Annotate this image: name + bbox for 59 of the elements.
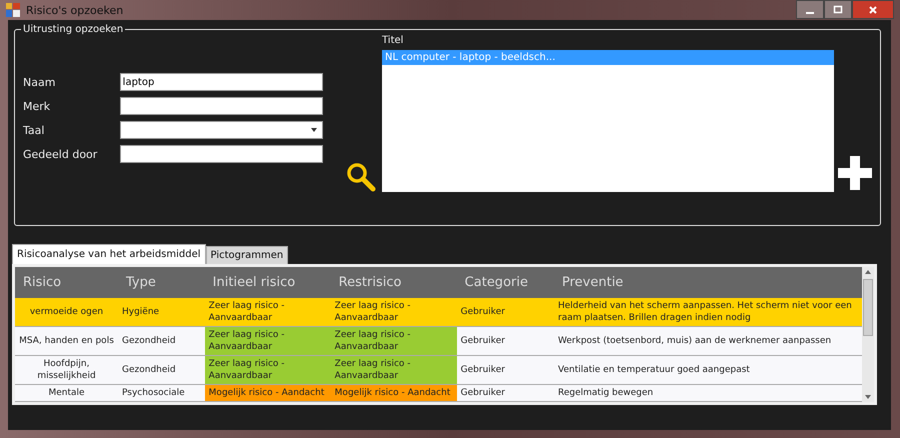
field-label: Merk (23, 100, 52, 112)
plus-icon[interactable] (838, 156, 872, 190)
table-cell: Regelmatig bewegen (554, 384, 862, 402)
table-cell: Gebruiker (456, 298, 554, 326)
text-field[interactable]: laptop (120, 73, 323, 91)
table-cell: Mentale (15, 384, 118, 402)
app-icon (6, 3, 20, 17)
table-cell: vermoeide ogen (15, 298, 118, 326)
close-icon (868, 4, 878, 14)
minimize-button[interactable] (796, 0, 824, 19)
table-row[interactable]: MSA, handen en pols Gezondheid Zeer laag risico - Aanvaardbaar Zeer laag risico - Aanvaardbaar Gebruiker Werkpost (toetsenbord, muis) aan de werknemer aanpassen (15, 326, 862, 356)
table-cell: Zeer laag risico - Aanvaardbaar (330, 298, 457, 326)
column-header: Risico (15, 267, 118, 298)
maximize-button[interactable] (824, 0, 852, 19)
table-cell: MSA, handen en pols (15, 326, 118, 356)
field-label: Taal (23, 124, 46, 136)
table-cell: Zeer laag risico - Aanvaardbaar (204, 356, 331, 384)
table-cell: Zeer laag risico - Aanvaardbaar (204, 298, 331, 326)
table-cell: Hoofdpijn, misselijkheid (15, 356, 118, 384)
table-cell: Gezondheid (118, 326, 205, 356)
text-field[interactable] (120, 97, 323, 115)
tab[interactable]: Pictogrammen (206, 246, 288, 264)
table-cell: Psychosociale (118, 384, 205, 402)
minimize-icon (806, 12, 814, 14)
table-cell: Gebruiker (456, 384, 554, 402)
group-title: Uitrusting opzoeken (22, 24, 124, 35)
column-header: Preventie (554, 267, 862, 298)
table-row[interactable] (15, 298, 862, 326)
table-cell: Werkpost (toetsenbord, muis) aan de werknemer aanpassen (554, 326, 862, 356)
tab[interactable]: Risicoanalyse van het arbeidsmiddel (12, 244, 206, 264)
caret-icon[interactable] (311, 128, 317, 132)
table-cell: Hygiëne (118, 298, 205, 326)
column-header: Type (118, 267, 205, 298)
table-row[interactable]: Mentale Psychosociale Mogelijk risico - Aandacht Mogelijk risico - Aandacht Gebruiker Regelmatig bewegen (15, 384, 862, 402)
close-button[interactable] (852, 0, 894, 19)
table-cell: Zeer laag risico - Aanvaardbaar (330, 356, 457, 384)
list-label: Titel (382, 35, 404, 46)
scroll-down-icon[interactable] (865, 395, 871, 399)
scroll-up-icon[interactable] (865, 270, 871, 274)
table-cell: Zeer laag risico - Aanvaardbaar (204, 326, 331, 356)
table-cell: Mogelijk risico - Aandacht (330, 384, 457, 402)
scrollbar[interactable] (862, 267, 874, 402)
field-label: Naam (23, 76, 56, 88)
table-cell: Gebruiker (456, 326, 554, 356)
window-title: Risico's opzoeken (26, 4, 124, 16)
maximize-icon (833, 4, 843, 14)
table-row[interactable]: Hoofdpijn, misselijkheid Gezondheid Zeer laag risico - Aanvaardbaar Zeer laag risico - Aanvaardbaar Gebruiker Ventilatie en temperatuur goed aangepast (15, 356, 862, 384)
field-label: Gedeeld door (23, 148, 98, 160)
table-cell: Zeer laag risico - Aanvaardbaar (330, 326, 457, 356)
table-cell: Ventilatie en temperatuur goed aangepast (554, 356, 862, 384)
table-cell: Helderheid van het scherm aanpassen. Het scherm niet voor een raam plaatsen. Brillen dragen indien nodig (554, 298, 862, 326)
column-header: Initieel risico (204, 267, 331, 298)
table-cell: Mogelijk risico - Aandacht (204, 384, 331, 402)
search-icon[interactable] (346, 162, 376, 192)
column-header: Categorie (456, 267, 554, 298)
table-cell: Gebruiker (456, 356, 554, 384)
table-cell: Gezondheid (118, 356, 205, 384)
text-field[interactable] (120, 145, 323, 163)
column-header: Restrisico (330, 267, 457, 298)
